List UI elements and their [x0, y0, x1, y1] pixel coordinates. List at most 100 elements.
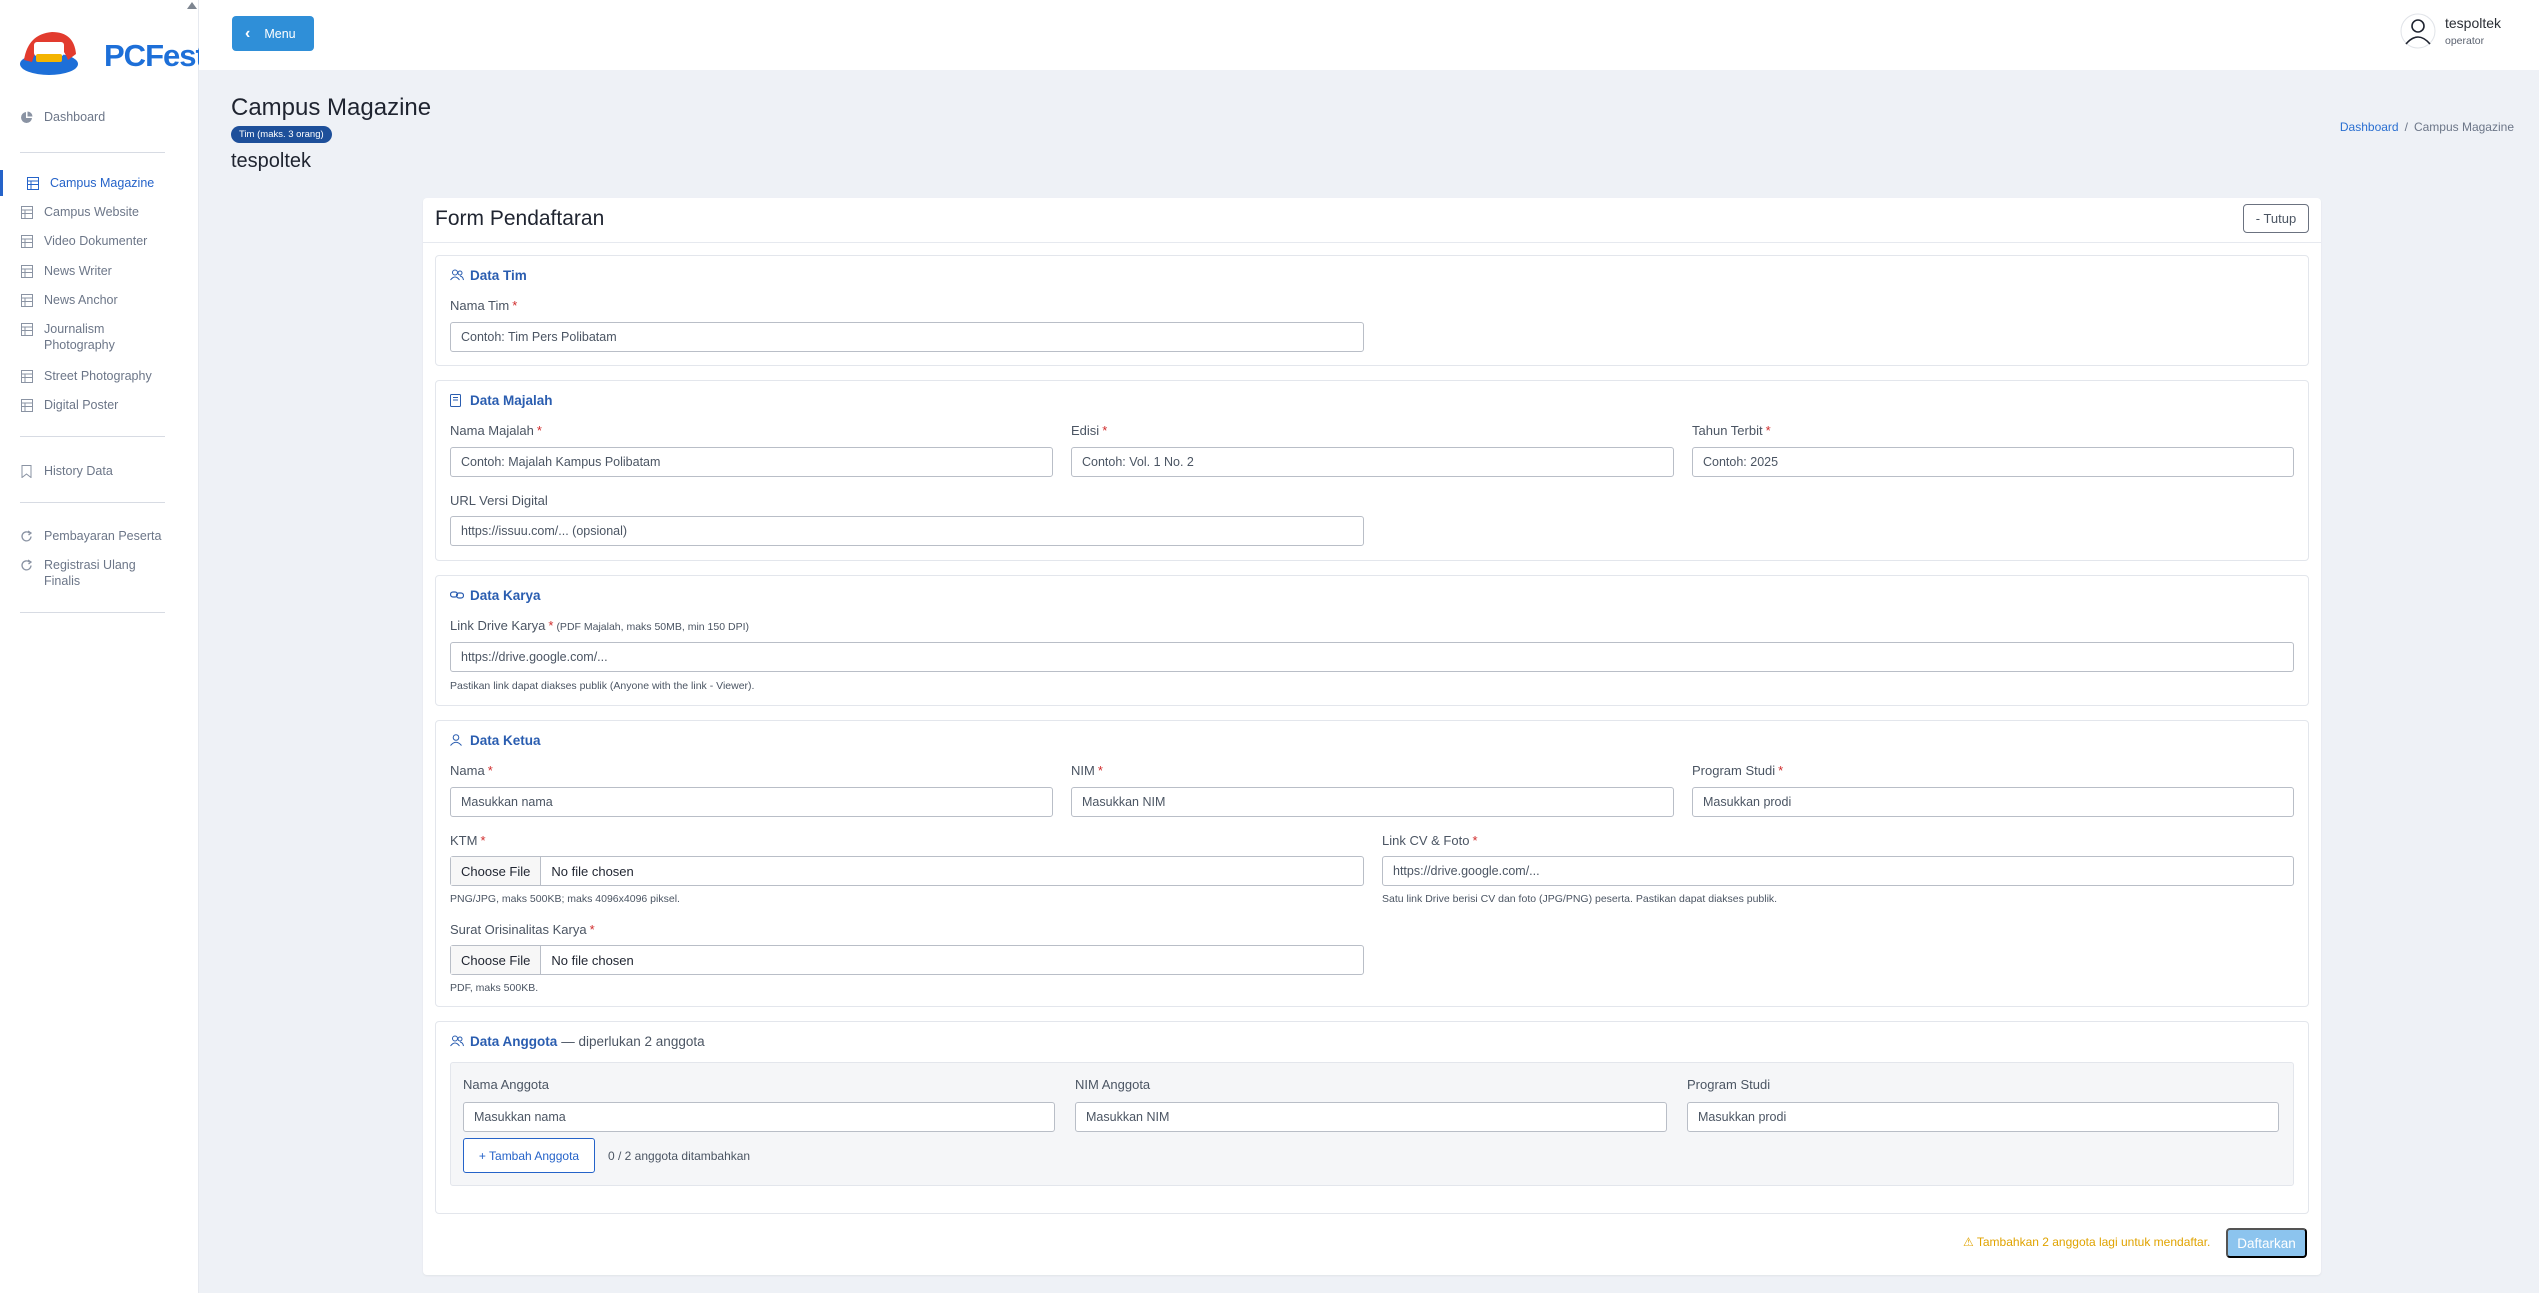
file-name: No file chosen	[551, 952, 634, 968]
sidebar-item-label: Street Photography	[44, 369, 152, 383]
nama-anggota-label: Nama Anggota	[463, 1077, 550, 1092]
choose-file-button[interactable]: Choose File	[451, 946, 542, 974]
link-cv-help: Satu link Drive berisi CV dan foto (JPG/…	[1382, 893, 1778, 905]
logo[interactable]: PCFest	[18, 24, 206, 78]
table-icon	[20, 234, 33, 248]
edisi-label: Edisi *	[1071, 423, 1108, 438]
prodi-anggota-input[interactable]: Masukkan prodi	[1687, 1102, 2279, 1132]
nama-tim-input[interactable]: Contoh: Tim Pers Polibatam	[450, 322, 1364, 352]
sidebar-item-pembayaran-peserta[interactable]: Pembayaran Peserta	[0, 523, 199, 549]
section-heading: Data Anggota — diperlukan 2 anggota	[450, 1034, 705, 1049]
nama-majalah-label: Nama Majalah *	[450, 423, 542, 438]
sidebar-item-news-writer[interactable]: News Writer	[0, 258, 199, 284]
sidebar-item-news-anchor[interactable]: News Anchor	[0, 287, 199, 313]
menu-button[interactable]: ‹ Menu	[232, 16, 314, 51]
table-icon	[20, 205, 33, 219]
sidebar-item-registrasi-ulang-finalis[interactable]: Registrasi Ulang Finalis	[0, 557, 199, 597]
sidebar-item-label: Campus Magazine	[50, 176, 155, 190]
nama-tim-label: Nama Tim *	[450, 298, 518, 313]
nim-anggota-label: NIM Anggota	[1075, 1077, 1151, 1092]
table-icon	[20, 293, 33, 307]
prodi-ketua-label: Program Studi *	[1692, 763, 1784, 778]
sidebar-item-label: Campus Website	[44, 205, 139, 219]
sidebar-item-label: Registrasi Ulang Finalis	[44, 558, 136, 588]
sidebar-item-campus-website[interactable]: Campus Website	[0, 199, 199, 225]
section-data-karya: Data Karya Link Drive Karya * (PDF Majalah…	[435, 575, 2309, 706]
book-icon	[450, 393, 464, 408]
section-heading: Data Ketua	[450, 733, 541, 748]
edisi-input[interactable]: Contoh: Vol. 1 No. 2	[1071, 447, 1674, 477]
prodi-ketua-input[interactable]: Masukkan prodi	[1692, 787, 2294, 817]
bookmark-icon	[20, 464, 33, 478]
link-cv-label: Link CV & Foto *	[1382, 833, 1478, 848]
section-heading: Data Tim	[450, 268, 527, 283]
member-warning: ⚠ Tambahkan 2 anggota lagi untuk mendaft…	[1963, 1235, 2211, 1249]
card-divider	[423, 242, 2321, 243]
section-heading: Data Karya	[450, 588, 541, 603]
link-cv-input[interactable]: https://drive.google.com/...	[1382, 856, 2294, 886]
users-icon	[450, 1035, 464, 1049]
sidebar-item-campus-magazine[interactable]: Campus Magazine	[0, 170, 199, 196]
file-name: No file chosen	[551, 863, 634, 879]
nama-anggota-input[interactable]: Masukkan nama	[463, 1102, 1055, 1132]
table-icon	[20, 398, 33, 412]
url-versi-digital-input[interactable]: https://issuu.com/... (opsional)	[450, 516, 1364, 546]
ktm-file-input[interactable]: Choose File No file chosen	[450, 856, 1364, 886]
breadcrumb-separator: /	[2404, 120, 2408, 134]
member-entry-box: Nama Anggota Masukkan nama NIM Anggota M…	[450, 1062, 2294, 1186]
breadcrumb: Dashboard / Campus Magazine	[2340, 120, 2514, 134]
sidebar-divider	[20, 436, 165, 437]
sidebar-item-journalism-photography[interactable]: Journalism Photography	[0, 321, 199, 361]
sidebar-item-label: History Data	[44, 464, 113, 478]
section-data-tim: Data Tim Nama Tim * Contoh: Tim Pers Poli…	[435, 255, 2309, 366]
refresh-icon	[20, 529, 33, 543]
sidebar-item-dashboard[interactable]: Dashboard	[0, 104, 199, 130]
user-avatar-icon	[2400, 13, 2436, 49]
section-subheading: — diperlukan 2 anggota	[561, 1034, 705, 1049]
scroll-up-arrow-icon[interactable]	[187, 2, 197, 9]
surat-orisinalitas-file-input[interactable]: Choose File No file chosen	[450, 945, 1364, 975]
form-title: Form Pendaftaran	[435, 207, 605, 230]
sidebar-item-digital-poster[interactable]: Digital Poster	[0, 392, 199, 418]
sidebar-item-history-data[interactable]: History Data	[0, 458, 199, 484]
breadcrumb-dashboard-link[interactable]: Dashboard	[2340, 120, 2399, 134]
user-menu[interactable]: tespoltek operator	[2400, 13, 2501, 49]
nim-ketua-input[interactable]: Masukkan NIM	[1071, 787, 1674, 817]
tahun-terbit-input[interactable]: Contoh: 2025	[1692, 447, 2294, 477]
sidebar-item-label: News Writer	[44, 264, 112, 278]
logo-mark	[20, 32, 78, 75]
chevron-left-icon: ‹	[245, 24, 251, 42]
sidebar-item-label: News Anchor	[44, 293, 118, 307]
team-size-badge: Tim (maks. 3 orang)	[231, 126, 332, 143]
breadcrumb-current: Campus Magazine	[2413, 120, 2514, 134]
link-drive-karya-help: Pastikan link dapat diakses publik (Anyo…	[450, 680, 755, 692]
sidebar-divider	[20, 152, 165, 153]
section-data-ketua: Data Ketua Nama * Masukkan nama NIM * Masu…	[435, 720, 2309, 1007]
team-name: tespoltek	[231, 150, 312, 172]
users-icon	[450, 269, 464, 283]
table-icon	[20, 264, 33, 278]
sidebar-item-video-dokumenter[interactable]: Video Dokumenter	[0, 228, 199, 254]
close-form-button[interactable]: - Tutup	[2243, 204, 2309, 233]
surat-orisinalitas-help: PDF, maks 500KB.	[450, 982, 539, 994]
section-data-majalah: Data Majalah Nama Majalah * Contoh: Majal…	[435, 380, 2309, 561]
sidebar-divider	[20, 502, 165, 503]
sidebar-item-label: Digital Poster	[44, 398, 119, 412]
link-icon	[450, 589, 464, 603]
sidebar-divider	[20, 612, 165, 613]
menu-button-label: Menu	[264, 26, 296, 41]
nama-ketua-label: Nama *	[450, 763, 493, 778]
submit-button[interactable]: Daftarkan	[2226, 1228, 2307, 1258]
sidebar-item-label: Video Dokumenter	[44, 234, 148, 248]
nim-anggota-input[interactable]: Masukkan NIM	[1075, 1102, 1667, 1132]
ktm-help: PNG/JPG, maks 500KB; maks 4096x4096 piks…	[450, 893, 680, 905]
ktm-label: KTM *	[450, 833, 486, 848]
sidebar-item-label: Pembayaran Peserta	[44, 529, 162, 543]
prodi-anggota-label: Program Studi	[1687, 1077, 1771, 1092]
choose-file-button[interactable]: Choose File	[451, 857, 542, 885]
link-drive-karya-input[interactable]: https://drive.google.com/...	[450, 642, 2294, 672]
nama-majalah-input[interactable]: Contoh: Majalah Kampus Polibatam	[450, 447, 1053, 477]
sidebar-item-street-photography[interactable]: Street Photography	[0, 363, 199, 389]
add-member-button[interactable]: + Tambah Anggota	[463, 1138, 595, 1173]
nama-ketua-input[interactable]: Masukkan nama	[450, 787, 1053, 817]
